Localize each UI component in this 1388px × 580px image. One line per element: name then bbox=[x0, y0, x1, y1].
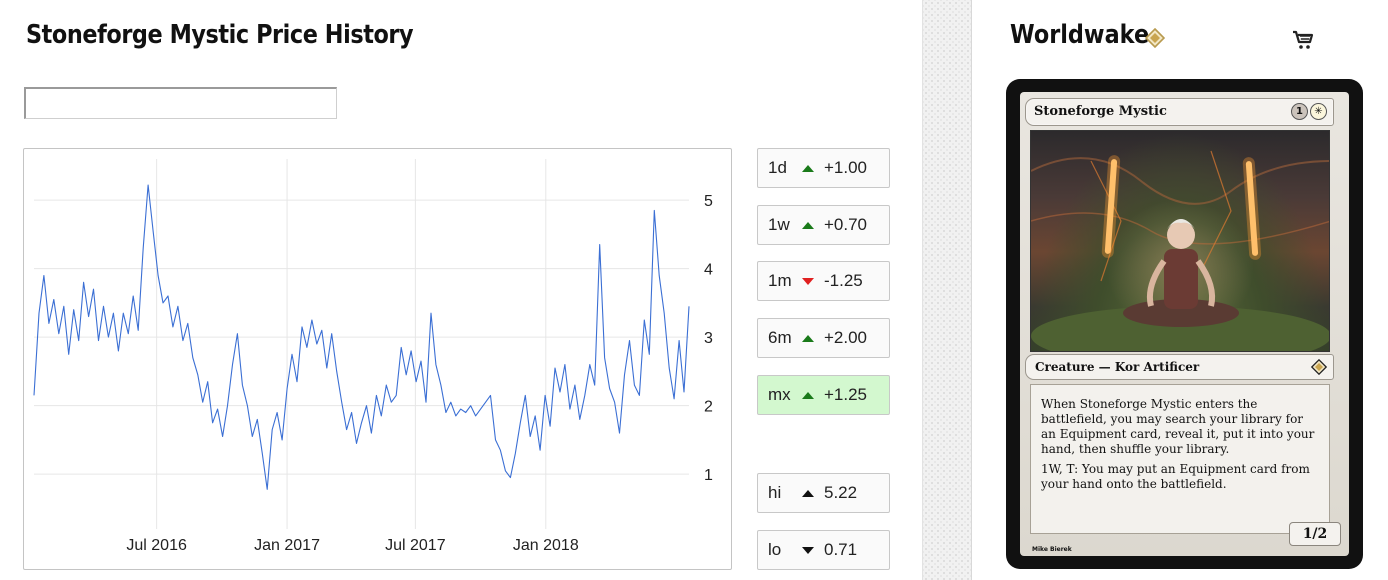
price-chart-svg: 1 2 3 4 5 Jul 2016 Jan 2017 Jul 2017 Jan 2018 bbox=[33, 159, 713, 554]
card-name-bar: Stoneforge Mystic 1 ✳ bbox=[1025, 98, 1334, 126]
panel-divider bbox=[922, 0, 972, 580]
y-tick-label: 1 bbox=[704, 467, 713, 484]
price-change-6m-button[interactable]: 6m +2.00 bbox=[757, 318, 890, 358]
price-change-1w-button[interactable]: 1w +0.70 bbox=[757, 205, 890, 245]
price-change-hi-button[interactable]: hi 5.22 bbox=[757, 473, 890, 513]
price-change-1d-button[interactable]: 1d +1.00 bbox=[757, 148, 890, 188]
arrow-up-icon bbox=[802, 489, 814, 497]
generic-mana-symbol: 1 bbox=[1291, 103, 1308, 120]
price-change-value: +1.00 bbox=[824, 158, 868, 177]
page-title: Stoneforge Mystic Price History bbox=[26, 20, 414, 50]
price-history-panel: Stoneforge Mystic Price History 1 2 3 4 5 Jul… bbox=[0, 0, 922, 580]
x-tick-label: Jul 2017 bbox=[385, 537, 446, 554]
y-tick-label: 2 bbox=[704, 399, 713, 416]
price-change-label: 1w bbox=[768, 215, 790, 234]
price-change-value: 5.22 bbox=[824, 483, 858, 502]
arrow-down-icon bbox=[802, 546, 814, 554]
x-tick-label: Jul 2016 bbox=[126, 537, 187, 554]
worldwake-set-symbol-icon bbox=[1145, 28, 1165, 48]
price-change-label: hi bbox=[768, 483, 782, 502]
card-rules-text: When Stoneforge Mystic enters the battle… bbox=[1030, 384, 1330, 534]
mana-cost: 1 ✳ bbox=[1291, 103, 1327, 120]
card-ability-etb: When Stoneforge Mystic enters the battle… bbox=[1041, 397, 1315, 456]
y-tick-label: 4 bbox=[704, 262, 713, 279]
price-change-label: mx bbox=[768, 385, 791, 404]
price-change-value: +2.00 bbox=[824, 328, 868, 347]
arrow-down-icon bbox=[802, 277, 814, 285]
card-frame: Stoneforge Mystic 1 ✳ Creature — Kor Art… bbox=[1020, 92, 1349, 556]
card-type-line: Creature — Kor Artificer bbox=[1035, 360, 1200, 374]
card-type-bar: Creature — Kor Artificer bbox=[1025, 354, 1334, 380]
price-change-value: -1.25 bbox=[824, 271, 863, 290]
price-change-value: +0.70 bbox=[824, 215, 868, 234]
arrow-up-icon bbox=[802, 334, 814, 342]
card-art-illustration bbox=[1031, 150, 1329, 351]
price-change-mx-button[interactable]: mx +1.25 bbox=[757, 375, 890, 415]
card-ability-activated: 1W, T: You may put an Equipment card fro… bbox=[1041, 462, 1310, 491]
price-change-value: 0.71 bbox=[824, 540, 858, 559]
white-mana-symbol-icon: ✳ bbox=[1310, 103, 1327, 120]
x-tick-label: Jan 2018 bbox=[513, 537, 579, 554]
y-tick-label: 5 bbox=[704, 193, 713, 210]
x-tick-label: Jan 2017 bbox=[254, 537, 320, 554]
worldwake-set-symbol-icon bbox=[1311, 359, 1327, 375]
price-change-label: 1m bbox=[768, 271, 792, 290]
price-change-label: 6m bbox=[768, 328, 792, 347]
arrow-up-icon bbox=[802, 391, 814, 399]
card-power-toughness: 1/2 bbox=[1289, 522, 1341, 546]
arrow-up-icon bbox=[802, 164, 814, 172]
price-change-label: lo bbox=[768, 540, 782, 559]
card-art bbox=[1030, 130, 1330, 352]
set-name: Worldwake bbox=[1010, 20, 1150, 50]
price-change-value: +1.25 bbox=[824, 385, 868, 404]
price-change-lo-button[interactable]: lo 0.71 bbox=[757, 530, 890, 570]
card-name: Stoneforge Mystic bbox=[1034, 104, 1167, 119]
arrow-up-icon bbox=[802, 221, 814, 229]
y-tick-label: 3 bbox=[704, 330, 713, 347]
card-image[interactable]: Stoneforge Mystic 1 ✳ Creature — Kor Art… bbox=[1006, 79, 1363, 569]
card-artist: Mike Bierek bbox=[1032, 546, 1072, 553]
price-chart[interactable]: 1 2 3 4 5 Jul 2016 Jan 2017 Jul 2017 Jan 2018 bbox=[23, 148, 732, 570]
price-change-1m-button[interactable]: 1m -1.25 bbox=[757, 261, 890, 301]
card-panel: Worldwake Stoneforge Mystic 1 ✳ Creature… bbox=[973, 0, 1388, 580]
shopping-cart-icon[interactable] bbox=[1291, 28, 1315, 52]
filter-input[interactable] bbox=[24, 87, 337, 119]
price-change-label: 1d bbox=[768, 158, 787, 177]
